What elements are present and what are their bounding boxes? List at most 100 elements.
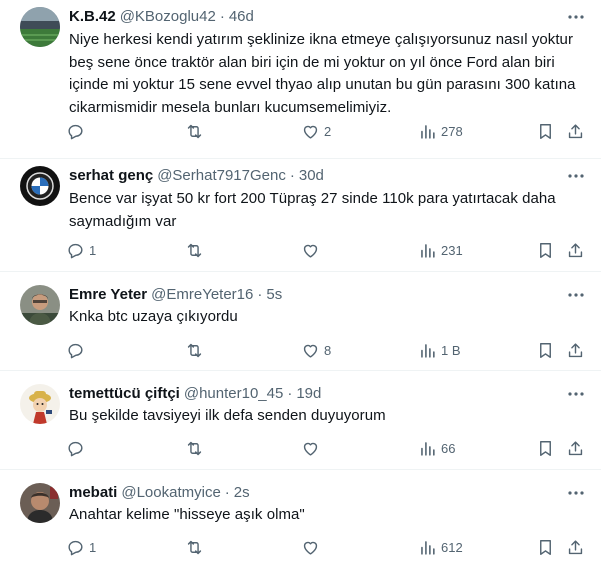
tweet-header: serhat genç @Serhat7917Genc · 30d <box>69 165 561 185</box>
user-handle[interactable]: @EmreYeter16 <box>151 286 253 303</box>
bookmark-icon <box>536 122 555 141</box>
man-photo-avatar-image <box>20 483 60 523</box>
share-button[interactable] <box>566 432 585 464</box>
view-count: 1 B <box>441 342 461 358</box>
retweet-icon <box>185 341 204 360</box>
display-name[interactable]: temettücü çiftçi <box>69 385 180 402</box>
view-count: 612 <box>441 539 463 555</box>
retweet-icon <box>185 241 204 260</box>
tweet[interactable]: mebati @Lookatmyice · 2s Anahtar kelime … <box>0 470 601 569</box>
more-options-icon[interactable] <box>567 8 585 26</box>
tweet[interactable]: K.B.42 @KBozoglu42 · 46d Niye herkesi ke… <box>0 0 601 159</box>
tweet[interactable]: temettücü çiftçi @hunter10_45 · 19d Bu ş… <box>0 371 601 470</box>
reply-icon <box>66 241 85 260</box>
reply-button[interactable]: 1 <box>66 531 96 563</box>
user-handle[interactable]: @hunter10_45 <box>184 385 283 402</box>
man-photo-avatar-image <box>20 285 60 325</box>
tweet[interactable]: serhat genç @Serhat7917Genc · 30d Bence … <box>0 159 601 272</box>
views-button[interactable]: 612 <box>418 531 463 563</box>
like-count: 2 <box>324 123 332 139</box>
like-button[interactable] <box>301 531 324 563</box>
like-button[interactable]: 2 <box>301 115 331 147</box>
reply-button[interactable] <box>66 334 89 366</box>
heart-icon <box>301 122 320 141</box>
share-button[interactable] <box>566 115 585 147</box>
tweet-header: Emre Yeter @EmreYeter16 · 5s <box>69 284 561 304</box>
analytics-icon <box>418 341 437 360</box>
separator-dot: · <box>287 384 293 402</box>
bmw-logo-avatar-image <box>20 166 60 206</box>
bookmark-icon <box>536 439 555 458</box>
avatar[interactable] <box>20 384 60 424</box>
display-name[interactable]: mebati <box>69 484 117 501</box>
bookmark-button[interactable] <box>536 334 555 366</box>
avatar[interactable] <box>20 285 60 325</box>
views-button[interactable]: 231 <box>418 234 463 266</box>
retweet-button[interactable] <box>185 115 208 147</box>
cartoon-character-avatar-image <box>20 384 60 424</box>
timestamp[interactable]: 2s <box>234 484 250 501</box>
tweet-text: Niye herkesi kendi yatırım şeklinize ikn… <box>69 31 576 116</box>
bookmark-button[interactable] <box>536 531 555 563</box>
timestamp[interactable]: 5s <box>266 286 282 303</box>
retweet-button[interactable] <box>185 234 208 266</box>
retweet-button[interactable] <box>185 531 208 563</box>
stadium-avatar-image <box>20 7 60 47</box>
share-button[interactable] <box>566 234 585 266</box>
timestamp[interactable]: 19d <box>296 385 321 402</box>
share-button[interactable] <box>566 334 585 366</box>
reply-button[interactable] <box>66 115 89 147</box>
retweet-button[interactable] <box>185 432 208 464</box>
like-button[interactable] <box>301 234 324 266</box>
bookmark-icon <box>536 538 555 557</box>
timestamp[interactable]: 46d <box>229 8 254 25</box>
analytics-icon <box>418 538 437 557</box>
analytics-icon <box>418 439 437 458</box>
reply-icon <box>66 439 85 458</box>
tweet-text: Bence var işyat 50 kr fort 200 Tüpraş 27… <box>69 190 556 230</box>
separator-dot: · <box>224 483 230 501</box>
views-button[interactable]: 66 <box>418 432 455 464</box>
retweet-icon <box>185 122 204 141</box>
like-button[interactable] <box>301 432 324 464</box>
reply-button[interactable]: 1 <box>66 234 96 266</box>
view-count: 66 <box>441 440 456 456</box>
bookmark-button[interactable] <box>536 432 555 464</box>
reply-icon <box>66 341 85 360</box>
reply-icon <box>66 538 85 557</box>
display-name[interactable]: serhat genç <box>69 167 153 184</box>
reply-count: 1 <box>89 242 97 258</box>
more-options-icon[interactable] <box>567 484 585 502</box>
retweet-icon <box>185 439 204 458</box>
avatar[interactable] <box>20 483 60 523</box>
user-handle[interactable]: @KBozoglu42 <box>120 8 216 25</box>
more-options-icon[interactable] <box>567 286 585 304</box>
more-options-icon[interactable] <box>567 167 585 185</box>
tweet-text: Knka btc uzaya çıkıyordu <box>69 308 238 325</box>
bookmark-button[interactable] <box>536 115 555 147</box>
tweet[interactable]: Emre Yeter @EmreYeter16 · 5s Knka btc uz… <box>0 272 601 371</box>
like-button[interactable]: 8 <box>301 334 331 366</box>
share-icon <box>566 439 585 458</box>
display-name[interactable]: K.B.42 <box>69 8 116 25</box>
retweet-icon <box>185 538 204 557</box>
user-handle[interactable]: @Lookatmyice <box>121 484 220 501</box>
views-button[interactable]: 278 <box>418 115 463 147</box>
views-button[interactable]: 1 B <box>418 334 461 366</box>
share-icon <box>566 241 585 260</box>
separator-dot: · <box>257 285 263 303</box>
action-bar: 66 <box>58 432 591 464</box>
display-name[interactable]: Emre Yeter <box>69 286 147 303</box>
user-handle[interactable]: @Serhat7917Genc <box>157 167 286 184</box>
view-count: 278 <box>441 123 463 139</box>
timestamp[interactable]: 30d <box>299 167 324 184</box>
avatar[interactable] <box>20 7 60 47</box>
retweet-button[interactable] <box>185 334 208 366</box>
bookmark-button[interactable] <box>536 234 555 266</box>
separator-dot: · <box>219 7 225 25</box>
more-options-icon[interactable] <box>567 385 585 403</box>
avatar[interactable] <box>20 166 60 206</box>
share-button[interactable] <box>566 531 585 563</box>
reply-count: 1 <box>89 539 97 555</box>
reply-button[interactable] <box>66 432 89 464</box>
